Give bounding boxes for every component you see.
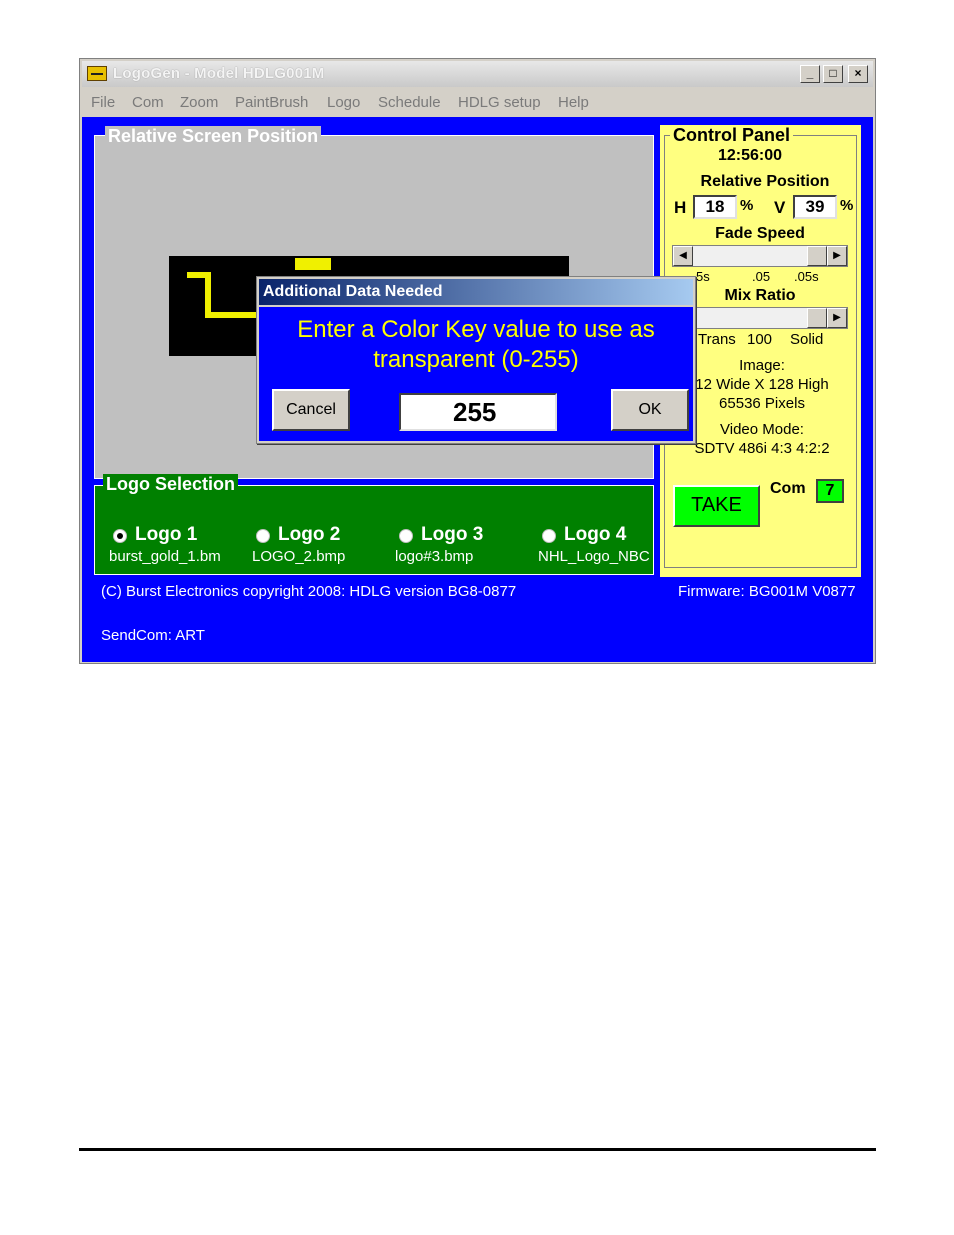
menu-bar: File Com Zoom PaintBrush Logo Schedule H… bbox=[82, 89, 873, 115]
v-label: V bbox=[774, 198, 786, 217]
fade-tick-3: .05s bbox=[794, 269, 819, 284]
h-position-input[interactable]: 18 bbox=[693, 195, 737, 219]
dialog-body: Enter a Color Key value to use as transp… bbox=[259, 307, 693, 441]
fade-speed-label: Fade Speed bbox=[715, 225, 805, 242]
close-button[interactable]: × bbox=[848, 65, 868, 83]
scroll-right-icon[interactable]: ▶ bbox=[827, 308, 847, 328]
scroll-right-icon[interactable]: ▶ bbox=[827, 246, 847, 266]
dialog-message: Enter a Color Key value to use as transp… bbox=[259, 315, 693, 375]
window-title: LogoGen - Model HDLG001M bbox=[113, 65, 325, 82]
firmware-text: Firmware: BG001M V0877 bbox=[678, 583, 856, 600]
logo-1-file: burst_gold_1.bm bbox=[109, 548, 221, 565]
page-footer-rule bbox=[79, 1148, 876, 1151]
sendcom-text: SendCom: ART bbox=[101, 627, 205, 644]
logo-3-label: Logo 3 bbox=[421, 524, 484, 545]
relative-position-label: Relative Position bbox=[700, 173, 830, 190]
dialog-title-bar[interactable]: Additional Data Needed bbox=[259, 279, 693, 305]
ok-button[interactable]: OK bbox=[611, 389, 689, 431]
logo-3-file: logo#3.bmp bbox=[395, 548, 474, 565]
menu-com[interactable]: Com bbox=[132, 94, 164, 111]
app-icon bbox=[87, 66, 107, 81]
radio-icon bbox=[542, 529, 556, 543]
menu-help[interactable]: Help bbox=[558, 94, 589, 111]
color-key-dialog: Additional Data Needed Enter a Color Key… bbox=[256, 276, 696, 444]
dialog-title: Additional Data Needed bbox=[263, 283, 443, 300]
menu-hdlg-setup[interactable]: HDLG setup bbox=[458, 94, 541, 111]
slider-thumb[interactable] bbox=[807, 308, 827, 328]
menu-schedule[interactable]: Schedule bbox=[378, 94, 441, 111]
dialog-message-line-1: Enter a Color Key value to use as bbox=[297, 316, 655, 343]
menu-file[interactable]: File bbox=[91, 94, 115, 111]
radio-icon bbox=[256, 529, 270, 543]
mix-ratio-slider[interactable]: ◀ ▶ bbox=[672, 307, 848, 329]
slider-thumb[interactable] bbox=[807, 246, 827, 266]
clock: 12:56:00 bbox=[717, 147, 783, 164]
menu-paintbrush[interactable]: PaintBrush bbox=[235, 94, 308, 111]
minimize-button[interactable]: _ bbox=[800, 65, 820, 83]
maximize-button[interactable]: □ bbox=[823, 65, 843, 83]
h-percent: % bbox=[740, 197, 754, 214]
control-panel-title: Control Panel bbox=[670, 125, 794, 146]
title-bar[interactable]: LogoGen - Model HDLG001M _ □ × bbox=[82, 61, 873, 87]
radio-icon bbox=[399, 529, 413, 543]
logo-1-label: Logo 1 bbox=[135, 524, 198, 545]
fade-speed-slider[interactable]: ◀ ▶ bbox=[672, 245, 848, 267]
com-label: Com bbox=[770, 480, 806, 497]
mix-tick-100: 100 bbox=[747, 331, 773, 348]
dialog-message-line-2: transparent (0-255) bbox=[373, 346, 579, 373]
logo-4-label: Logo 4 bbox=[564, 524, 627, 545]
fade-tick-2: .05 bbox=[752, 269, 771, 284]
color-key-input[interactable] bbox=[399, 393, 557, 431]
v-percent: % bbox=[840, 197, 854, 214]
logo-selection-group: Logo Selection Logo 1 burst_gold_1.bm Lo… bbox=[94, 474, 654, 575]
logo-2-label: Logo 2 bbox=[278, 524, 341, 545]
mix-tick-trans: Trans bbox=[698, 331, 736, 348]
fade-tick-1: 5s bbox=[696, 269, 710, 284]
menu-logo[interactable]: Logo bbox=[327, 94, 360, 111]
v-position-input[interactable]: 39 bbox=[793, 195, 837, 219]
take-button[interactable]: TAKE bbox=[673, 485, 760, 527]
menu-zoom[interactable]: Zoom bbox=[180, 94, 218, 111]
logo-selection-label: Logo Selection bbox=[103, 474, 239, 495]
copyright-text: (C) Burst Electronics copyright 2008: HD… bbox=[101, 583, 517, 600]
logo-2-file: LOGO_2.bmp bbox=[252, 548, 346, 565]
mix-tick-solid: Solid bbox=[790, 331, 824, 348]
screen-position-label: Relative Screen Position bbox=[105, 126, 322, 147]
logo-4-file: NHL_Logo_NBC bbox=[538, 548, 650, 565]
cancel-button[interactable]: Cancel bbox=[272, 389, 350, 431]
h-label: H bbox=[674, 198, 687, 217]
com-port-value[interactable]: 7 bbox=[816, 479, 844, 503]
radio-selected-icon bbox=[113, 529, 127, 543]
scroll-left-icon[interactable]: ◀ bbox=[673, 246, 693, 266]
